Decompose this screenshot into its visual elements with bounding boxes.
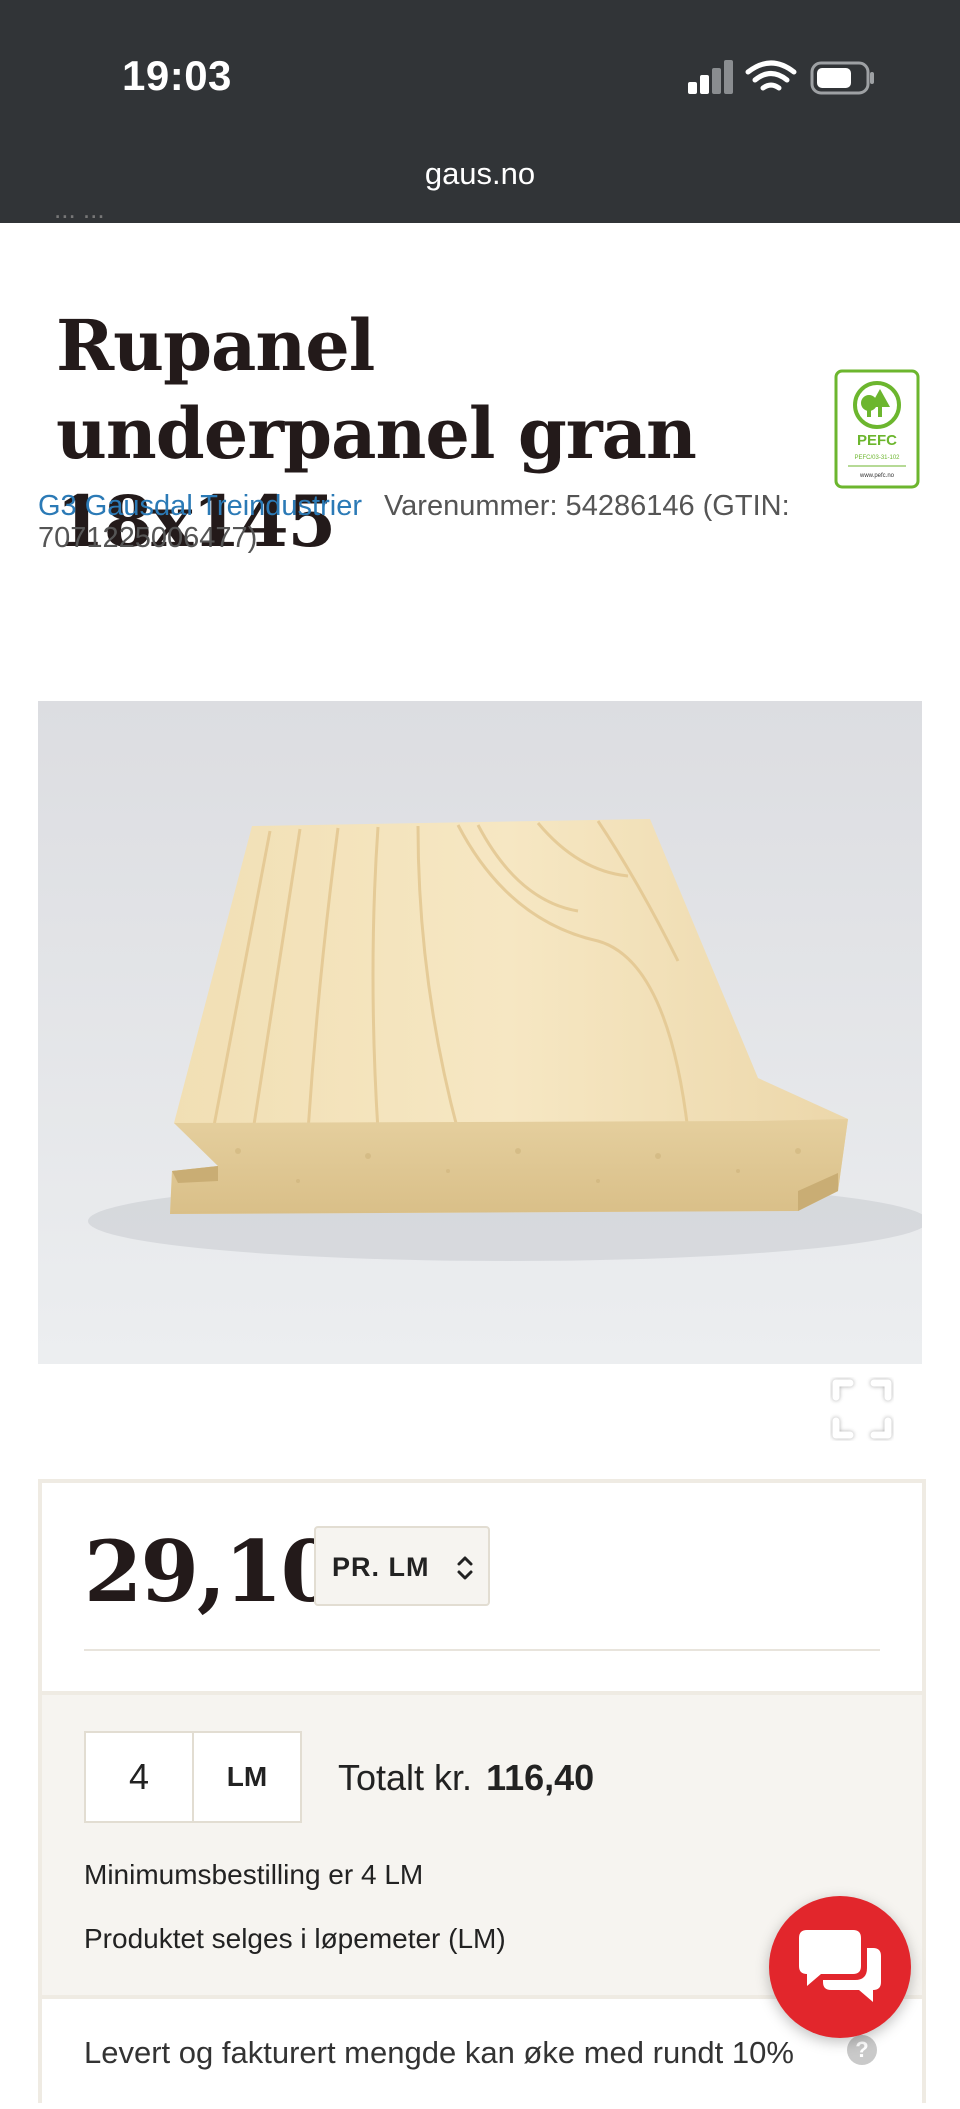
brand-link[interactable]: G3 Gausdal Treindustrier (38, 490, 362, 522)
status-time: 19:03 (122, 52, 232, 99)
sold-per-text: Produktet selges i løpemeter (LM) (84, 1923, 506, 1954)
divider (84, 1649, 880, 1651)
quantity-stepper: LM (84, 1731, 302, 1823)
svg-text:PEFC: PEFC (857, 432, 897, 449)
status-bar: 19:03 gaus.no (0, 0, 960, 223)
help-icon[interactable]: ? (847, 2035, 877, 2065)
pefc-logo: PEFC PEFC/03-31-102 www.pefc.no (834, 369, 920, 489)
unit-select-label: PR. LM (332, 1552, 430, 1582)
quantity-unit: LM (226, 1761, 268, 1792)
chat-icon (799, 1930, 881, 2002)
battery-icon (810, 61, 874, 95)
price-section: 29,10 PR. LM (42, 1483, 922, 1691)
quantity-input[interactable] (86, 1733, 194, 1821)
wifi-icon (745, 60, 797, 91)
total-label: Totalt kr. (338, 1757, 473, 1798)
select-arrows-icon (457, 1556, 473, 1580)
product-meta: G3 Gausdal Treindustrier Varenummer: 5428… (38, 490, 918, 554)
status-icons (688, 60, 874, 95)
breadcrumb-text: ... ... (54, 212, 105, 225)
svg-text:www.pefc.no: www.pefc.no (859, 473, 895, 479)
total-value: 116,40 (486, 1757, 595, 1798)
signal-icon (688, 60, 733, 94)
product-image[interactable] (38, 701, 922, 1364)
svg-text:PEFC/03-31-102: PEFC/03-31-102 (854, 455, 900, 461)
price: 29,10 (84, 1522, 339, 1621)
fullscreen-icon[interactable] (830, 1377, 894, 1441)
chat-button[interactable] (769, 1896, 911, 2038)
total: Totalt kr. 116,40 (338, 1757, 594, 1799)
breadcrumb[interactable]: ... ... (54, 212, 234, 226)
url-bar[interactable]: gaus.no (0, 156, 960, 192)
unit-select[interactable]: PR. LM (314, 1526, 490, 1606)
delivery-note: Levert og fakturert mengde kan øke med r… (84, 2035, 794, 2070)
min-order-text: Minimumsbestilling er 4 LM (84, 1859, 424, 1890)
